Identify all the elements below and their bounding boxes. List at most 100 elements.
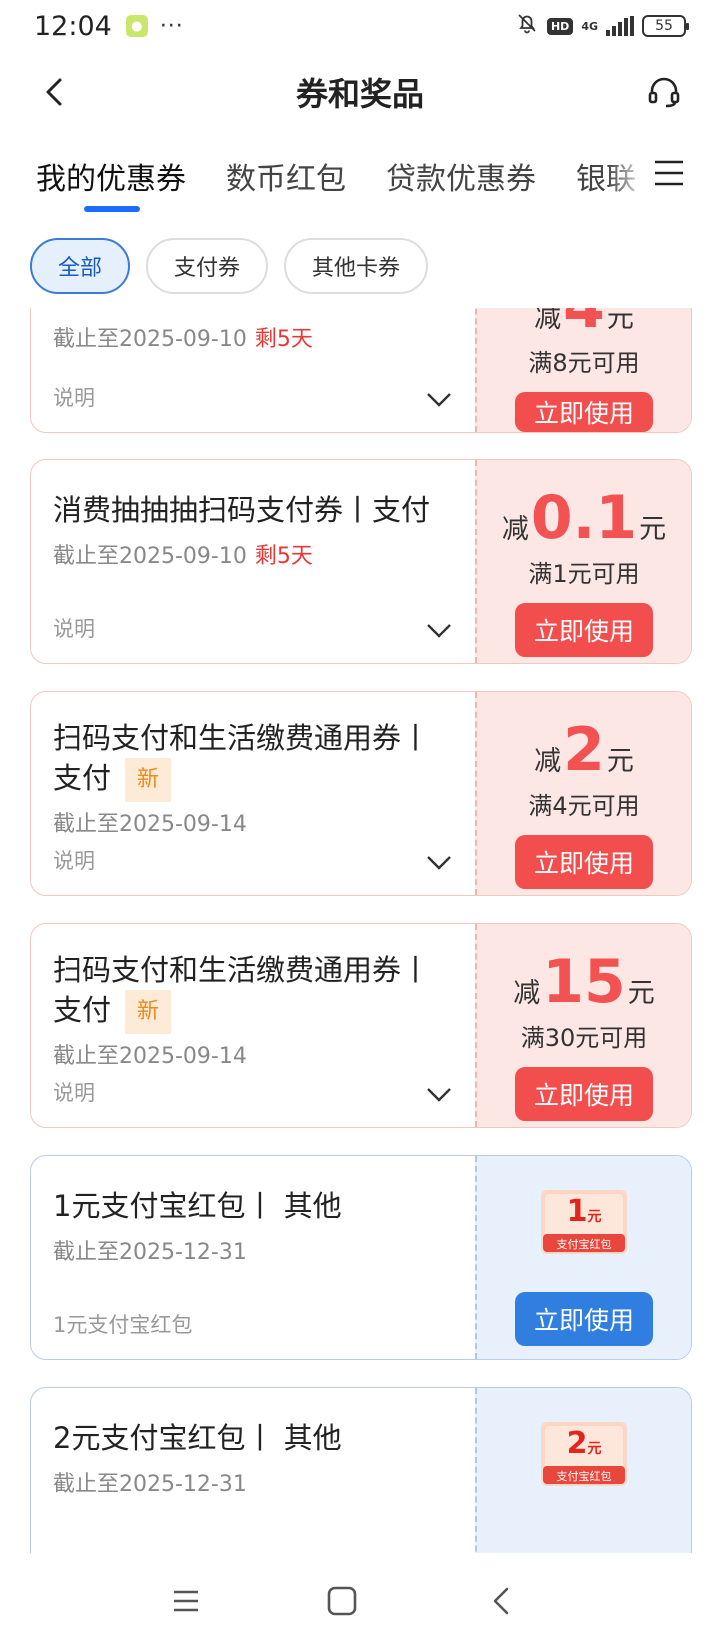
- new-badge: 新: [125, 990, 172, 1034]
- tab-digital-currency-hongbao[interactable]: 数币红包: [226, 154, 346, 198]
- hongbao-unit: 元: [587, 1209, 602, 1225]
- expiry-date: 截止至2025-09-10: [53, 544, 247, 569]
- menu-icon: [655, 160, 683, 186]
- coupon-card[interactable]: 扫码支付和生活缴费通用券丨 支付新 截止至2025-09-14 说明 减 15 …: [30, 923, 692, 1128]
- amount-unit: 元: [639, 514, 667, 545]
- amount-unit: 元: [627, 978, 655, 1009]
- coupon-expiry: 截止至2025-09-10 剩5天: [53, 538, 453, 570]
- filter-all[interactable]: 全部: [30, 238, 131, 294]
- coupon-title-line1: 扫码支付和生活缴费通用券丨: [53, 953, 431, 987]
- signal-icon: [606, 16, 634, 36]
- filter-chips: 全部 支付券 其他卡券: [30, 238, 429, 294]
- chevron-left-icon: [46, 78, 62, 106]
- coupon-amount: 减 0.1 元: [502, 486, 666, 550]
- nav-back-button[interactable]: [484, 1583, 520, 1619]
- page-header: 券和奖品: [0, 52, 720, 132]
- customer-service-button[interactable]: [644, 72, 684, 112]
- status-time: 12:04: [34, 10, 112, 42]
- hd-icon: HD: [546, 17, 574, 35]
- chevron-down-icon[interactable]: [425, 853, 453, 873]
- use-now-button[interactable]: 立即使用: [515, 1067, 653, 1121]
- coupon-title: 扫码支付和生活缴费通用券丨 支付新: [53, 718, 453, 802]
- status-bar: 12:04 ● ··· HD 4G 55: [0, 0, 720, 52]
- use-now-button[interactable]: 立即使用: [515, 1292, 653, 1346]
- coupon-expiry: 截止至2025-12-31: [53, 1472, 247, 1497]
- filter-other-cards[interactable]: 其他卡券: [284, 238, 429, 294]
- remaining-days: 剩5天: [254, 544, 313, 569]
- use-now-button[interactable]: 立即使用: [515, 392, 653, 432]
- amount-prefix: 减: [513, 978, 541, 1009]
- category-tabs: 我的优惠券 数币红包 贷款优惠券 银联: [0, 140, 720, 220]
- chevron-left-icon: [493, 1587, 509, 1615]
- coupon-card[interactable]: 消费抽抽抽扫码支付券丨支付 截止至2025-09-10 剩5天 说明 减 0.1 …: [30, 459, 692, 664]
- chevron-down-icon[interactable]: [425, 390, 453, 410]
- coupon-description[interactable]: 说明: [53, 1077, 95, 1107]
- network-type: 4G: [581, 19, 598, 33]
- hongbao-card[interactable]: 2元支付宝红包丨 其他 截止至2025-12-31 2元 支付宝红包: [30, 1387, 692, 1553]
- coupon-title-line2: 支付: [53, 993, 112, 1027]
- tab-loan-coupons[interactable]: 贷款优惠券: [386, 154, 536, 198]
- use-now-button[interactable]: 立即使用: [515, 603, 653, 657]
- coupon-title-line2: 支付: [53, 761, 112, 795]
- remaining-days: 剩5天: [254, 327, 313, 352]
- amount-prefix: 减: [534, 746, 562, 777]
- tabs-fade: [608, 140, 648, 220]
- menu-icon: [174, 1590, 198, 1612]
- coupon-expiry: 截止至2025-12-31: [53, 1240, 247, 1265]
- amount-prefix: 减: [501, 514, 529, 545]
- coupon-card[interactable]: 截止至2025-09-10 剩5天 说明 减 4 元 满8元可用 立即使用: [30, 308, 692, 433]
- use-now-button[interactable]: 立即使用: [515, 835, 653, 889]
- coupon-description[interactable]: 说明: [53, 382, 95, 412]
- coupon-title: 扫码支付和生活缴费通用券丨 支付新: [53, 950, 453, 1034]
- hongbao-unit: 元: [587, 1441, 602, 1457]
- amount-value: 15: [542, 947, 626, 1017]
- system-nav-bar: [0, 1553, 720, 1650]
- chevron-down-icon[interactable]: [425, 621, 453, 641]
- coupon-title: 消费抽抽抽扫码支付券丨支付: [53, 493, 431, 527]
- coupon-title: 1元支付宝红包丨 其他: [53, 1189, 342, 1223]
- headset-icon: [648, 77, 680, 108]
- tabs-menu-button[interactable]: [652, 156, 686, 190]
- coupon-card[interactable]: 扫码支付和生活缴费通用券丨 支付新 截止至2025-09-14 说明 减 2 元…: [30, 691, 692, 896]
- tab-my-coupons[interactable]: 我的优惠券: [36, 154, 186, 198]
- back-button[interactable]: [36, 74, 72, 110]
- coupon-amount: 减 4 元: [534, 308, 634, 339]
- home-square-icon: [327, 1586, 357, 1616]
- coupon-expiry: 截止至2025-09-10 剩5天: [53, 321, 453, 353]
- nav-menu-button[interactable]: [168, 1583, 204, 1619]
- hongbao-amount: 1: [566, 1194, 588, 1229]
- coupon-condition: 满4元可用: [528, 792, 640, 820]
- battery-icon: 55: [642, 15, 689, 37]
- amount-unit: 元: [606, 308, 634, 334]
- expiry-date: 截止至2025-09-10: [53, 327, 247, 352]
- coupon-description[interactable]: 说明: [53, 613, 95, 643]
- nav-home-button[interactable]: [324, 1583, 360, 1619]
- chevron-down-icon[interactable]: [425, 1085, 453, 1105]
- amount-value: 0.1: [530, 483, 638, 553]
- coupon-description[interactable]: 说明: [53, 845, 95, 875]
- alipay-hongbao-icon: 2元 支付宝红包: [539, 1420, 629, 1488]
- wechat-notification-icon: ●: [125, 15, 148, 37]
- coupon-list[interactable]: 截止至2025-09-10 剩5天 说明 减 4 元 满8元可用 立即使用 消费抽…: [0, 308, 720, 1553]
- coupon-condition: 满1元可用: [528, 560, 640, 588]
- hongbao-card[interactable]: 1元支付宝红包丨 其他 截止至2025-12-31 1元支付宝红包 1元 支付宝…: [30, 1155, 692, 1360]
- coupon-amount: 减 2 元: [534, 718, 634, 782]
- mute-bell-icon: [515, 11, 539, 41]
- coupon-condition: 满30元可用: [520, 1024, 648, 1052]
- amount-unit: 元: [606, 746, 634, 777]
- coupon-description: 1元支付宝红包: [53, 1313, 193, 1337]
- new-badge: 新: [125, 758, 172, 802]
- hongbao-label: 支付宝红包: [556, 1470, 612, 1483]
- amount-value: 4: [563, 308, 605, 339]
- coupon-amount: 减 15 元: [513, 950, 655, 1014]
- active-tab-indicator: [84, 206, 140, 212]
- coupon-expiry: 截止至2025-09-14: [53, 812, 247, 837]
- coupon-title-line1: 扫码支付和生活缴费通用券丨: [53, 721, 431, 755]
- page-title: 券和奖品: [295, 75, 424, 113]
- hongbao-label: 支付宝红包: [556, 1238, 612, 1251]
- amount-value: 2: [563, 715, 605, 785]
- alipay-hongbao-icon: 1元 支付宝红包: [539, 1188, 629, 1256]
- coupon-condition: 满8元可用: [528, 349, 640, 377]
- filter-payment-coupons[interactable]: 支付券: [146, 238, 269, 294]
- hongbao-amount: 2: [566, 1426, 588, 1461]
